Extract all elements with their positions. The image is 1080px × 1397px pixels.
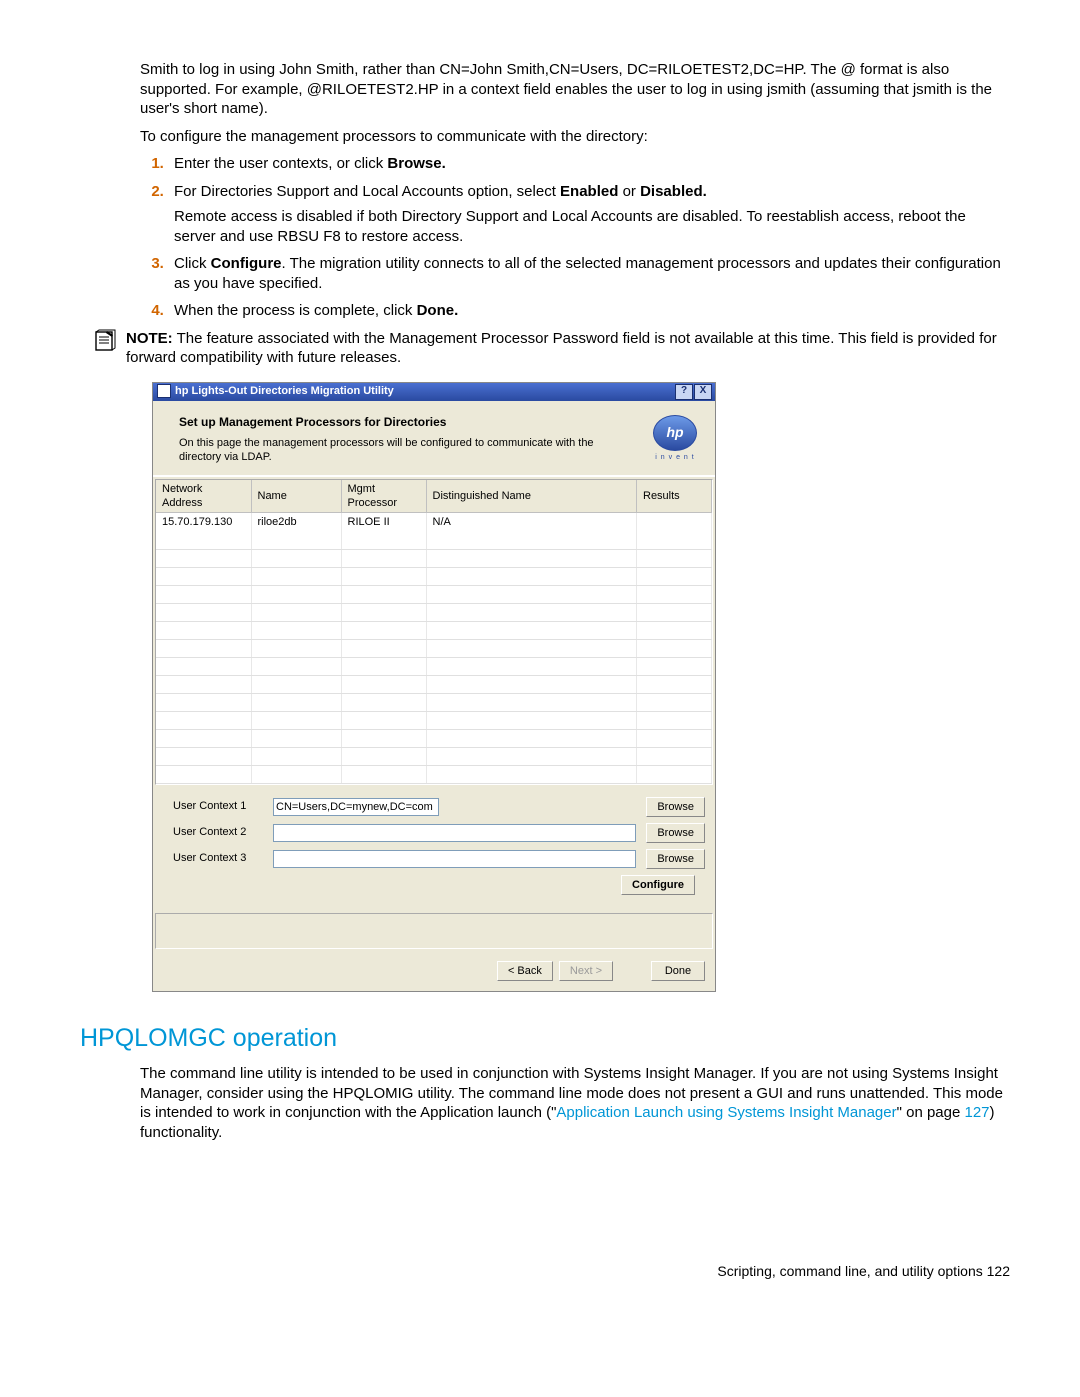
uc1-label: User Context 1 (173, 799, 263, 813)
next-button[interactable]: Next > (559, 961, 613, 981)
wizard-subhead: On this page the management processors w… (179, 436, 609, 465)
col-name[interactable]: Name (251, 480, 341, 513)
uc2-input[interactable] (273, 824, 636, 842)
status-area (155, 913, 713, 949)
app-icon (157, 384, 171, 398)
col-mgmt-processor[interactable]: Mgmt Processor (341, 480, 426, 513)
page-ref-link[interactable]: 127 (965, 1104, 990, 1121)
done-button[interactable]: Done (651, 961, 705, 981)
processor-table: Network Address Name Mgmt Processor Dist… (155, 479, 713, 785)
migration-utility-window: hp Lights-Out Directories Migration Util… (152, 382, 716, 992)
xref-link[interactable]: Application Launch using Systems Insight… (556, 1104, 896, 1121)
steps-list: Enter the user contexts, or click Browse… (140, 154, 1010, 321)
page-footer: Scripting, command line, and utility opt… (80, 1262, 1010, 1280)
configure-intro: To configure the management processors t… (140, 127, 1010, 147)
col-results[interactable]: Results (637, 480, 712, 513)
help-button[interactable]: ? (675, 384, 693, 400)
wizard-heading: Set up Management Processors for Directo… (179, 415, 609, 431)
browse-button-1[interactable]: Browse (646, 797, 705, 817)
note-block: NOTE: The feature associated with the Ma… (80, 329, 1010, 368)
browse-button-3[interactable]: Browse (646, 849, 705, 869)
step-3: Click Configure. The migration utility c… (168, 254, 1010, 293)
intro-paragraph: Smith to log in using John Smith, rather… (140, 60, 1010, 119)
browse-button-2[interactable]: Browse (646, 823, 705, 843)
section-heading: HPQLOMGC operation (80, 1022, 1010, 1055)
note-text: The feature associated with the Manageme… (126, 330, 997, 367)
uc1-input[interactable] (273, 798, 439, 816)
col-distinguished-name[interactable]: Distinguished Name (426, 480, 637, 513)
note-icon (90, 329, 120, 357)
configure-button[interactable]: Configure (621, 875, 695, 895)
uc3-label: User Context 3 (173, 851, 263, 865)
table-row[interactable]: 15.70.179.130 riloe2db RILOE II N/A (156, 513, 712, 532)
uc3-input[interactable] (273, 850, 636, 868)
section-body: The command line utility is intended to … (140, 1064, 1010, 1142)
titlebar: hp Lights-Out Directories Migration Util… (153, 383, 715, 401)
step-2: For Directories Support and Local Accoun… (168, 182, 1010, 247)
window-title: hp Lights-Out Directories Migration Util… (175, 384, 394, 398)
uc2-label: User Context 2 (173, 825, 263, 839)
step-4: When the process is complete, click Done… (168, 301, 1010, 321)
col-network-address[interactable]: Network Address (156, 480, 251, 513)
step-1: Enter the user contexts, or click Browse… (168, 154, 1010, 174)
back-button[interactable]: < Back (497, 961, 553, 981)
note-label: NOTE: (126, 330, 173, 347)
hp-logo-sub: i n v e n t (653, 453, 697, 462)
hp-logo-icon: hp (653, 415, 697, 451)
close-button[interactable]: X (694, 384, 712, 400)
step-2-sub: Remote access is disabled if both Direct… (174, 207, 1010, 246)
